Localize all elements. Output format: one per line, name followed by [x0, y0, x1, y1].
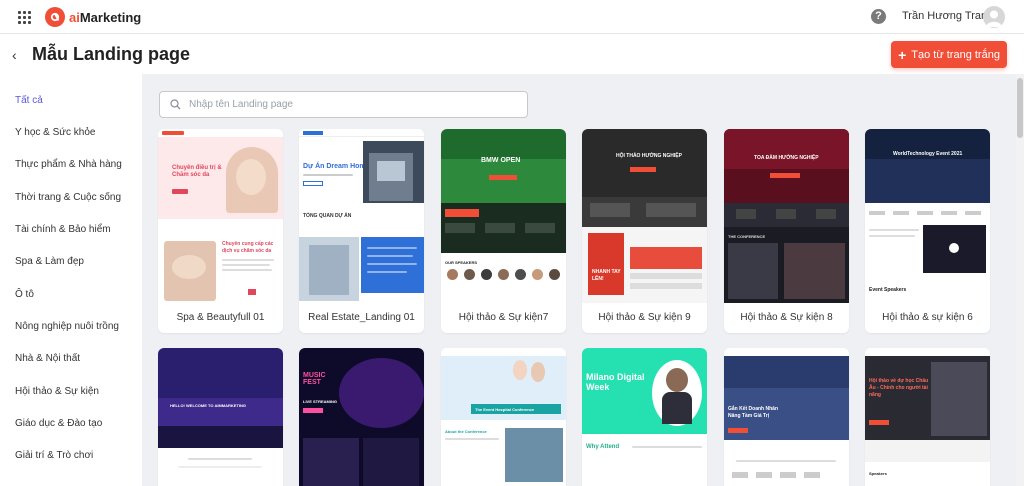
sidebar-item-education[interactable]: Giáo dục & Đào tạo [15, 418, 102, 429]
template-card[interactable]: Gắn Kết Doanh Nhân Nâng Tầm Giá Trị [724, 348, 849, 486]
search-box[interactable] [159, 91, 528, 118]
sidebar-item-home[interactable]: Nhà & Nội thất [15, 353, 80, 364]
thumb-title: Chuyên điều trị & Chăm sóc da [172, 165, 222, 178]
template-card[interactable]: HỘI THẢO HƯỚNG NGHIỆP NHANH TAY LÊN! Hội… [582, 129, 707, 333]
template-thumbnail: The Event Hospital Conference About the … [441, 348, 566, 486]
template-gallery: Chuyên điều trị & Chăm sóc da Chuyên cun… [142, 74, 1016, 486]
sidebar-item-events[interactable]: Hội thảo & Sự kiện [15, 386, 99, 397]
sidebar-item-finance[interactable]: Tài chính & Bảo hiểm [15, 224, 111, 235]
apps-grid-icon[interactable] [18, 11, 31, 24]
thumb-subtitle: Chuyên cung cấp các dịch vụ chăm sóc da [222, 241, 274, 254]
back-chevron-left-icon[interactable]: ‹ [12, 47, 17, 63]
template-name: Spa & Beautyfull 01 [176, 312, 265, 323]
sidebar-item-fashion[interactable]: Thời trang & Cuộc sống [15, 192, 121, 203]
template-card[interactable]: Chuyên điều trị & Chăm sóc da Chuyên cun… [158, 129, 283, 333]
thumb-title: WorldTechnology Event 2021 [893, 151, 963, 157]
template-thumbnail: BMW OPEN OUR SPEAKERS [441, 129, 566, 303]
template-thumbnail: HỘI THẢO HƯỚNG NGHIỆP NHANH TAY LÊN! [582, 129, 707, 303]
template-thumbnail: TOA ĐÀM HƯỚNG NGHIỆP THE CONFERENCE [724, 129, 849, 303]
thumb-title: TOA ĐÀM HƯỚNG NGHIỆP [754, 155, 819, 161]
template-card[interactable]: Hội thảo về dự học Châu Âu - Chính cho n… [865, 348, 990, 486]
template-thumbnail: WorldTechnology Event 2021 Event Speaker… [865, 129, 990, 303]
create-blank-page-button[interactable]: + Tạo từ trang trắng [891, 41, 1007, 68]
logo-marketing-text: Marketing [79, 9, 142, 25]
thumb-title: BMW OPEN [481, 157, 521, 164]
sidebar-item-agriculture[interactable]: Nông nghiệp nuôi trồng [15, 321, 119, 332]
scrollbar-thumb[interactable] [1017, 78, 1023, 138]
category-sidebar: Tất cả Y học & Sức khỏe Thực phẩm & Nhà … [0, 78, 142, 486]
thumb-subtitle: LIVE STREAMING [303, 399, 338, 404]
search-input[interactable] [189, 99, 509, 110]
template-thumbnail: Milano Digital Week Why Attend [582, 348, 707, 486]
thumb-title: The Event Hospital Conference [475, 407, 535, 412]
search-icon [170, 99, 181, 110]
user-name[interactable]: Trần Hương Trang [902, 10, 993, 22]
thumb-subtitle: Why Attend [586, 444, 620, 450]
template-card[interactable]: WorldTechnology Event 2021 Event Speaker… [865, 129, 990, 333]
plus-icon: + [898, 46, 907, 63]
sidebar-item-food[interactable]: Thực phẩm & Nhà hàng [15, 159, 122, 170]
template-name: Hội thảo & Sự kiện 9 [598, 312, 691, 323]
sidebar-item-health[interactable]: Y học & Sức khỏe [15, 127, 95, 138]
create-blank-page-label: Tạo từ trang trắng [911, 48, 1000, 61]
page-title: Mẫu Landing page [32, 44, 191, 64]
template-card[interactable]: BMW OPEN OUR SPEAKERS Hội thảo & Sự kiện… [441, 129, 566, 333]
template-thumbnail: Chuyên điều trị & Chăm sóc da Chuyên cun… [158, 129, 283, 303]
thumb-title: Hội thảo về dự học Châu Âu - Chính cho n… [869, 378, 929, 398]
template-thumbnail: Gắn Kết Doanh Nhân Nâng Tầm Giá Trị [724, 348, 849, 486]
template-name: Hội thảo & Sự kiện7 [458, 312, 549, 323]
template-name: Hội thảo & Sự kiện 8 [740, 312, 833, 323]
thumb-subtitle: THE CONFERENCE [728, 234, 766, 239]
sidebar-item-all[interactable]: Tất cả [15, 95, 43, 106]
top-bar: aiMarketing ? Trần Hương Trang [0, 0, 1024, 34]
sidebar-item-auto[interactable]: Ô tô [15, 289, 34, 300]
logo-text: aiMarketing [69, 10, 141, 25]
thumb-subtitle: About the Conference [445, 429, 487, 434]
template-card[interactable]: HELLO! WELCOME TO AIMMARKETING [158, 348, 283, 486]
thumb-title: HỘI THẢO HƯỚNG NGHIỆP [616, 153, 682, 159]
sidebar-item-spa[interactable]: Spa & Làm đẹp [15, 256, 84, 267]
thumb-subtitle: NHANH TAY LÊN! [592, 269, 621, 282]
template-thumbnail: MUSIC FEST LIVE STREAMING [299, 348, 424, 486]
template-name: Hội thảo & sự kiện 6 [882, 312, 973, 323]
thumb-subtitle: Speakers [869, 471, 887, 476]
thumb-subtitle: TỔNG QUAN DỰ ÁN [303, 213, 352, 219]
thumb-title: HELLO! WELCOME TO AIMMARKETING [170, 403, 246, 408]
thumb-title: MUSIC FEST [303, 372, 326, 386]
thumb-subtitle: OUR SPEAKERS [445, 260, 478, 265]
avatar[interactable] [983, 6, 1005, 28]
template-name: Real Estate_Landing 01 [308, 312, 415, 323]
template-card[interactable]: MUSIC FEST LIVE STREAMING [299, 348, 424, 486]
thumb-title: Gắn Kết Doanh Nhân Nâng Tầm Giá Trị [728, 406, 779, 419]
thumb-title: Dự Án Dream Home [303, 163, 370, 170]
template-card[interactable]: Dự Án Dream Home TỔNG QUAN DỰ ÁN Real Es… [299, 129, 424, 333]
sidebar-item-entertainment[interactable]: Giải trí & Trò chơi [15, 450, 93, 461]
logo-mark-icon [45, 7, 65, 27]
logo[interactable]: aiMarketing [45, 7, 141, 27]
template-thumbnail: HELLO! WELCOME TO AIMMARKETING [158, 348, 283, 486]
thumb-subtitle: Event Speakers [869, 287, 907, 293]
help-icon[interactable]: ? [871, 9, 886, 24]
thumb-title: Milano Digital Week [586, 372, 645, 392]
logo-ai-text: ai [69, 9, 80, 25]
template-card[interactable]: The Event Hospital Conference About the … [441, 348, 566, 486]
template-thumbnail: Hội thảo về dự học Châu Âu - Chính cho n… [865, 348, 990, 486]
template-card[interactable]: Milano Digital Week Why Attend [582, 348, 707, 486]
template-thumbnail: Dự Án Dream Home TỔNG QUAN DỰ ÁN [299, 129, 424, 303]
template-card[interactable]: TOA ĐÀM HƯỚNG NGHIỆP THE CONFERENCE Hội … [724, 129, 849, 333]
